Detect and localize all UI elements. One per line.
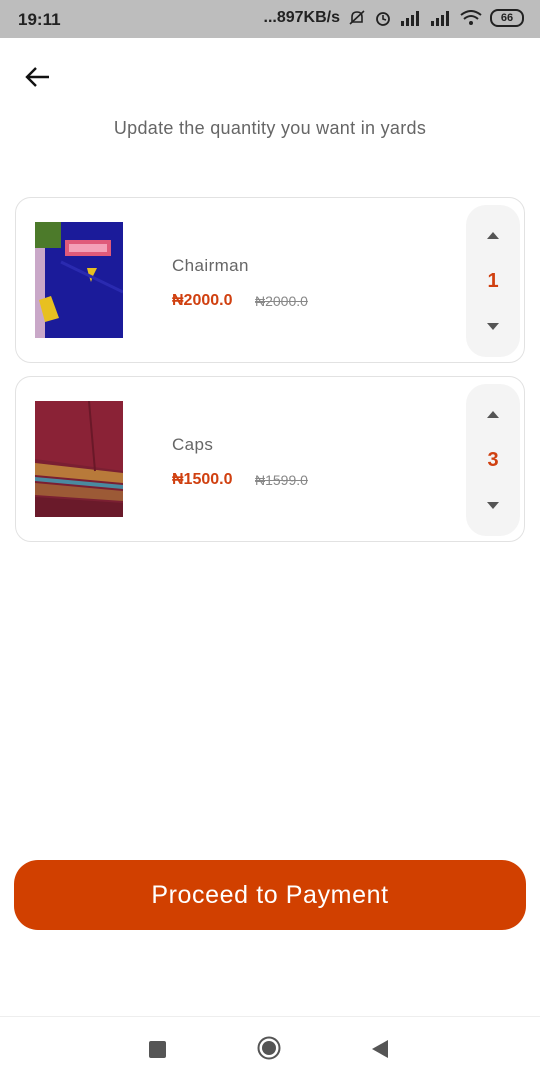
- signal-icon: [401, 11, 419, 26]
- item-old-price: ₦2000.0: [255, 293, 308, 309]
- status-time: 19:11: [18, 10, 61, 29]
- quantity-value: 1: [487, 270, 499, 292]
- status-indicators: ...897KB/s 66: [264, 9, 524, 27]
- status-bar: 19:11 ...897KB/s 66: [0, 0, 540, 38]
- item-old-price: ₦1599.0: [255, 472, 308, 488]
- increase-quantity-icon[interactable]: [485, 229, 501, 243]
- quantity-value: 3: [487, 449, 499, 471]
- proceed-to-payment-button[interactable]: Proceed to Payment: [14, 860, 526, 930]
- cart-item-card: Chairman ₦2000.0 ₦2000.0 1: [15, 197, 525, 363]
- quantity-stepper: 1: [466, 205, 520, 357]
- battery-icon: 66: [490, 9, 524, 27]
- decrease-quantity-icon[interactable]: [485, 319, 501, 333]
- back-arrow-icon[interactable]: [22, 62, 54, 92]
- item-name: Chairman: [172, 256, 249, 275]
- signal-2-icon: [431, 11, 449, 26]
- wifi-icon: [460, 10, 482, 25]
- item-price: ₦1500.0: [172, 471, 233, 488]
- recent-apps-icon[interactable]: [149, 1041, 166, 1058]
- cart-item-card: Caps ₦1500.0 ₦1599.0 3: [15, 376, 525, 542]
- home-icon[interactable]: [257, 1036, 281, 1060]
- system-nav-bar: [0, 1016, 540, 1081]
- decrease-quantity-icon[interactable]: [485, 498, 501, 512]
- network-speed: ...897KB/s: [263, 9, 340, 26]
- system-back-icon[interactable]: [370, 1038, 390, 1060]
- item-price: ₦2000.0: [172, 292, 233, 309]
- product-image: [35, 401, 123, 517]
- mute-notification-icon: [349, 10, 365, 25]
- alarm-icon: [376, 12, 390, 26]
- item-name: Caps: [172, 435, 214, 454]
- page-subtitle: Update the quantity you want in yards: [113, 118, 427, 138]
- quantity-stepper: 3: [466, 384, 520, 536]
- increase-quantity-icon[interactable]: [485, 408, 501, 422]
- product-image: [35, 222, 123, 338]
